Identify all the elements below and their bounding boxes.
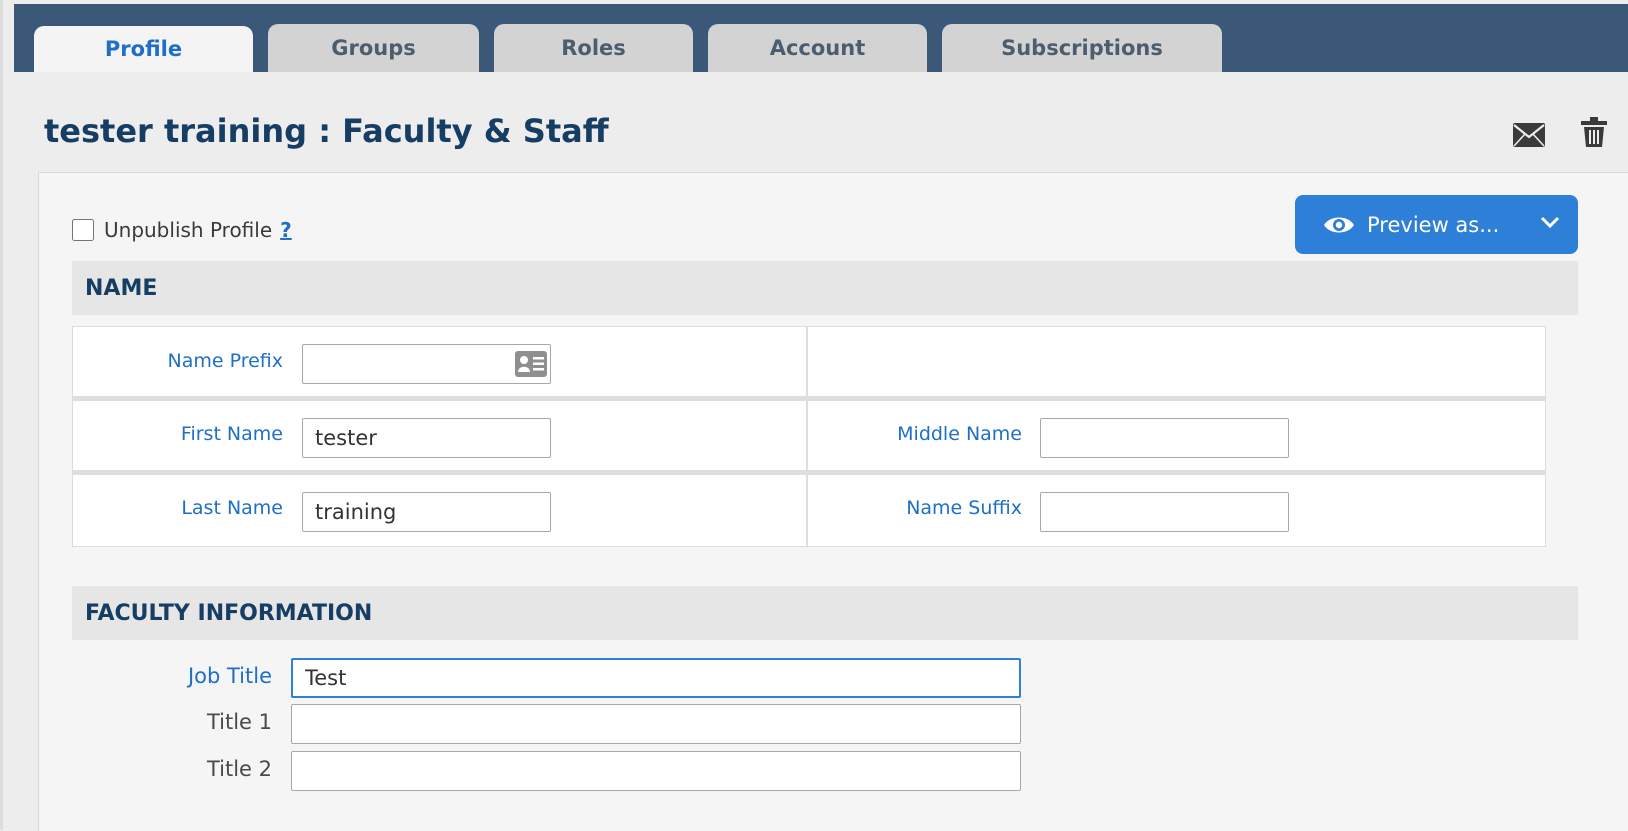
job-title-input[interactable] [291, 658, 1021, 698]
last-name-label: Last Name [181, 497, 283, 519]
title-1-input[interactable] [291, 704, 1021, 744]
title-2-label: Title 2 [206, 757, 272, 781]
tab-account[interactable]: Account [708, 24, 927, 72]
first-name-input[interactable] [302, 418, 551, 458]
tab-profile[interactable]: Profile [34, 26, 253, 72]
unpublish-checkbox[interactable] [72, 219, 94, 241]
tab-groups[interactable]: Groups [268, 24, 479, 72]
tab-subscriptions[interactable]: Subscriptions [942, 24, 1222, 72]
job-title-label: Job Title [187, 664, 272, 688]
trash-icon[interactable] [1580, 116, 1608, 152]
empty-cell [808, 327, 1545, 396]
left-divider [0, 0, 3, 830]
name-suffix-input[interactable] [1040, 492, 1289, 532]
tab-roles[interactable]: Roles [494, 24, 693, 72]
contact-card-icon[interactable] [514, 350, 548, 382]
preview-as-label: Preview as... [1367, 212, 1500, 237]
eye-icon [1323, 214, 1355, 236]
envelope-icon[interactable] [1512, 122, 1546, 152]
unpublish-profile-row: Unpublish Profile ? [72, 218, 292, 242]
unpublish-label: Unpublish Profile [104, 218, 273, 242]
faculty-information-section-header: FACULTY INFORMATION [72, 586, 1578, 640]
chevron-down-icon [1540, 215, 1560, 229]
name-fields-table [72, 326, 1546, 547]
first-name-label: First Name [180, 423, 283, 445]
unpublish-help-link[interactable]: ? [280, 218, 292, 242]
last-name-input[interactable] [302, 492, 551, 532]
preview-as-button[interactable]: Preview as... [1295, 195, 1578, 254]
title-2-input[interactable] [291, 751, 1021, 791]
middle-name-label: Middle Name [897, 423, 1022, 445]
middle-name-input[interactable] [1040, 418, 1289, 458]
title-1-label: Title 1 [206, 710, 272, 734]
name-suffix-label: Name Suffix [906, 497, 1022, 519]
page-title: tester training : Faculty & Staff [44, 112, 609, 150]
name-prefix-label: Name Prefix [167, 350, 283, 372]
name-section-header: NAME [72, 261, 1578, 315]
